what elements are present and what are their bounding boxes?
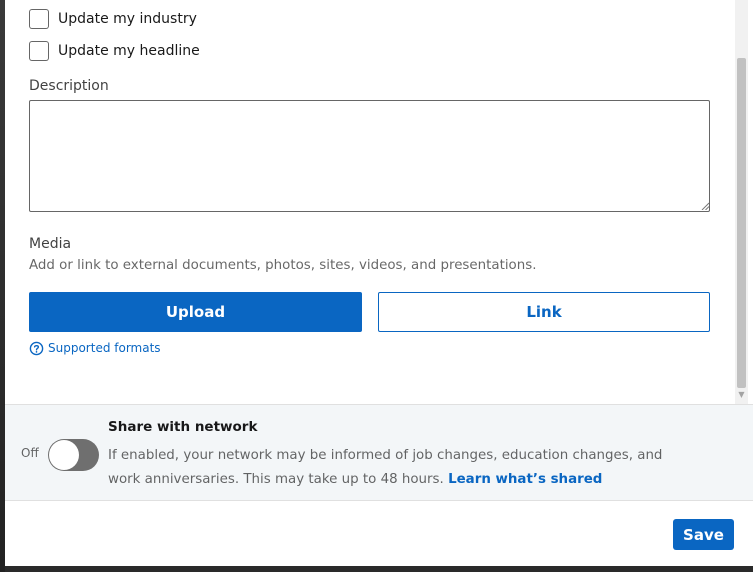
share-with-network-toggle[interactable] <box>48 439 99 471</box>
upload-button[interactable]: Upload <box>29 292 362 332</box>
supported-formats-link[interactable]: Supported formats <box>29 340 161 356</box>
update-headline-option[interactable]: Update my headline <box>29 41 200 61</box>
question-circle-icon <box>29 341 44 355</box>
scrollbar-thumb[interactable] <box>737 58 746 388</box>
update-industry-option[interactable]: Update my industry <box>29 9 197 29</box>
toggle-knob <box>49 440 79 470</box>
supported-formats-label: Supported formats <box>48 341 161 355</box>
media-title: Media <box>29 236 72 252</box>
toggle-state-label: Off <box>21 446 39 460</box>
modal-footer: Save <box>5 502 753 566</box>
share-description: If enabled, your network may be informed… <box>108 444 698 492</box>
update-industry-checkbox[interactable] <box>29 9 49 29</box>
page-backdrop-bottom <box>5 566 753 572</box>
description-label: Description <box>29 78 109 94</box>
share-with-network-section: Off Share with network If enabled, your … <box>5 404 753 501</box>
media-help-text: Add or link to external documents, photo… <box>29 258 537 273</box>
update-industry-label: Update my industry <box>58 11 197 27</box>
description-textarea[interactable] <box>29 100 710 212</box>
update-headline-checkbox[interactable] <box>29 41 49 61</box>
learn-whats-shared-link[interactable]: Learn what’s shared <box>448 472 602 487</box>
update-headline-label: Update my headline <box>58 43 200 59</box>
share-title: Share with network <box>108 419 258 435</box>
vertical-scrollbar[interactable]: ▼ <box>735 0 748 404</box>
save-button[interactable]: Save <box>673 519 734 550</box>
scroll-down-arrow-icon[interactable]: ▼ <box>737 390 746 400</box>
link-button[interactable]: Link <box>378 292 710 332</box>
edit-position-modal: Update my industry Update my headline De… <box>5 0 753 566</box>
modal-scroll-content: Update my industry Update my headline De… <box>5 0 753 404</box>
